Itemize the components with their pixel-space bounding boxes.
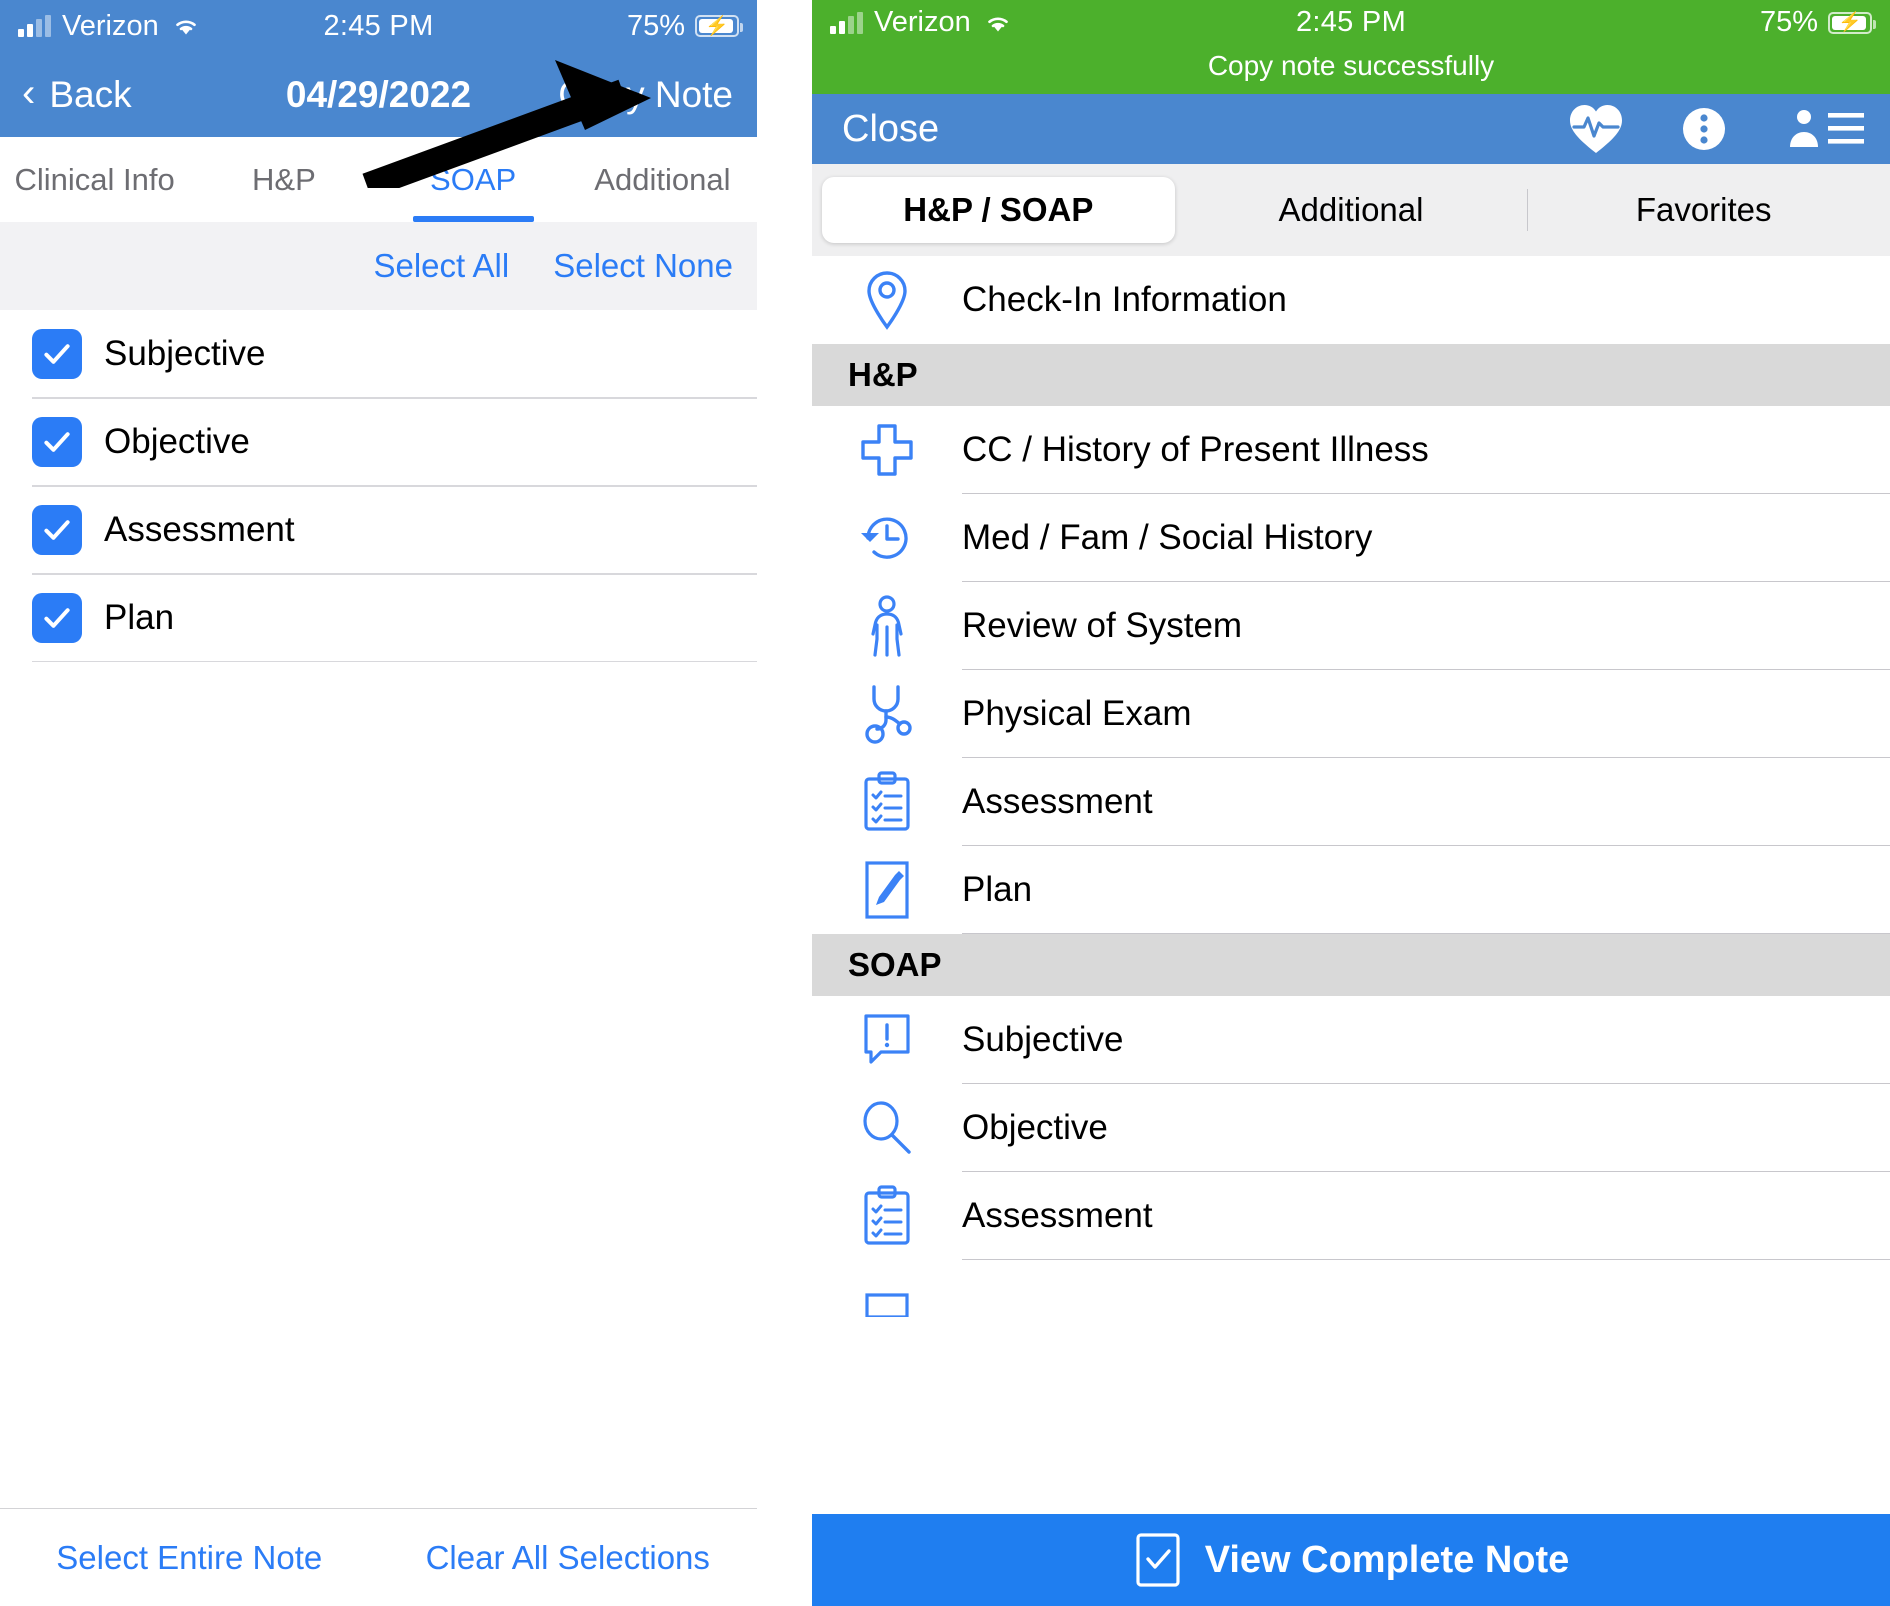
checkbox-checked-icon[interactable] (32, 417, 82, 467)
left-tab-bar: Clinical Info H&P SOAP Additional (0, 137, 757, 222)
list-item[interactable]: Subjective (0, 310, 757, 398)
right-navigation-bar: Close (812, 94, 1890, 164)
list-item-check-in-information[interactable]: Check-In Information (812, 256, 1890, 344)
list-item-objective[interactable]: Objective (812, 1084, 1890, 1172)
list-item-review-of-system[interactable]: Review of System (812, 582, 1890, 670)
list-item-label: Assessment (104, 510, 295, 549)
magnifier-icon (812, 1099, 962, 1157)
left-status-bar: Verizon 2:45 PM 75% ⚡ (0, 0, 757, 52)
right-status-bar: Verizon 2:45 PM 75% ⚡ Copy note successf… (812, 0, 1890, 94)
clipboard-checklist-icon (812, 771, 962, 833)
checkbox-checked-icon[interactable] (32, 505, 82, 555)
list-item-assessment-hp[interactable]: Assessment (812, 758, 1890, 846)
tab-additional[interactable]: Additional (568, 137, 757, 222)
note-section-list: Check-In Information H&P CC / History of… (812, 256, 1890, 1348)
list-item-subjective[interactable]: Subjective (812, 996, 1890, 1084)
left-bottom-toolbar: Select Entire Note Clear All Selections (0, 1508, 757, 1606)
list-item-label: Check-In Information (962, 280, 1287, 319)
view-complete-note-label: View Complete Note (1204, 1538, 1570, 1581)
right-nav-icon-group (1568, 103, 1890, 155)
list-item[interactable]: Objective (0, 398, 757, 486)
clipboard-checklist-icon (812, 1185, 962, 1247)
stethoscope-icon (812, 683, 962, 745)
list-item-assessment-soap[interactable]: Assessment (812, 1172, 1890, 1260)
left-phone-screen: Verizon 2:45 PM 75% ⚡ ‹ Back 04/29/2022 (0, 0, 757, 1606)
pen-note-icon (812, 1291, 962, 1317)
heart-pulse-icon[interactable] (1568, 103, 1624, 155)
tab-additional[interactable]: Additional (1175, 177, 1528, 243)
list-item-label: Physical Exam (962, 694, 1192, 733)
list-item-label: Med / Fam / Social History (962, 518, 1373, 557)
chevron-left-icon: ‹ (22, 70, 36, 115)
list-item-label: Review of System (962, 606, 1243, 645)
list-item-plan[interactable]: Plan (812, 846, 1890, 934)
back-button[interactable]: ‹ Back (0, 70, 132, 116)
toast-message: Copy note successfully (1207, 50, 1495, 81)
tab-hp[interactable]: H&P (189, 137, 378, 222)
list-item-label: Subjective (962, 1020, 1124, 1059)
list-item-label: Plan (104, 598, 175, 637)
history-clock-icon (812, 509, 962, 567)
list-item-label: Subjective (104, 334, 266, 373)
list-item-label: Objective (962, 1108, 1108, 1147)
tab-hp-soap[interactable]: H&P / SOAP (822, 177, 1175, 243)
speech-bubble-alert-icon (812, 1011, 962, 1069)
segmented-control: H&P / SOAP Additional Favorites (812, 164, 1890, 256)
section-header-soap: SOAP (812, 934, 1890, 996)
list-item-cc-hpi[interactable]: CC / History of Present Illness (812, 406, 1890, 494)
checkbox-checked-icon[interactable] (32, 329, 82, 379)
section-header-hp: H&P (812, 344, 1890, 406)
list-item-med-fam-social-history[interactable]: Med / Fam / Social History (812, 494, 1890, 582)
selection-toolbar: Select All Select None (0, 222, 757, 310)
list-item-label: Objective (104, 422, 250, 461)
list-item[interactable]: Plan (0, 574, 757, 662)
list-item-label: Plan (962, 870, 1033, 909)
battery-charging-icon: ⚡ (695, 15, 743, 37)
list-item-partial[interactable] (812, 1260, 1890, 1348)
soap-checkbox-list: Subjective Objective Assessment Plan (0, 310, 757, 662)
select-entire-note-button[interactable]: Select Entire Note (0, 1539, 379, 1577)
list-item-label: CC / History of Present Illness (962, 430, 1429, 469)
battery-charging-icon: ⚡ (1828, 11, 1876, 34)
document-check-icon (1136, 1533, 1180, 1587)
clock-label: 2:45 PM (323, 9, 434, 42)
clear-all-selections-button[interactable]: Clear All Selections (379, 1539, 758, 1577)
list-item-physical-exam[interactable]: Physical Exam (812, 670, 1890, 758)
checkbox-checked-icon[interactable] (32, 593, 82, 643)
copy-note-button[interactable]: Copy Note (558, 74, 757, 116)
select-none-button[interactable]: Select None (553, 247, 733, 285)
tab-favorites[interactable]: Favorites (1527, 177, 1880, 243)
close-button[interactable]: Close (812, 108, 939, 151)
list-item-label: Assessment (962, 782, 1153, 821)
patient-list-icon[interactable] (1784, 103, 1868, 155)
tab-clinical-info[interactable]: Clinical Info (0, 137, 189, 222)
medical-cross-icon (812, 422, 962, 478)
person-icon (812, 595, 962, 657)
right-phone-screen: Verizon 2:45 PM 75% ⚡ Copy note successf… (812, 0, 1890, 1606)
select-all-button[interactable]: Select All (373, 247, 509, 285)
more-vertical-icon[interactable] (1682, 103, 1726, 155)
clock-label: 2:45 PM (1295, 6, 1407, 38)
pen-note-icon (812, 859, 962, 921)
location-pin-icon (812, 269, 962, 331)
list-item-label: Assessment (962, 1196, 1153, 1235)
view-complete-note-button[interactable]: View Complete Note (812, 1514, 1890, 1606)
back-button-label: Back (49, 73, 132, 115)
panel-gutter (757, 0, 812, 1606)
screenshot-root: Verizon 2:45 PM 75% ⚡ ‹ Back 04/29/2022 (0, 0, 1890, 1606)
left-navigation-bar: ‹ Back 04/29/2022 Copy Note (0, 52, 757, 137)
tab-soap[interactable]: SOAP (379, 137, 568, 222)
list-item[interactable]: Assessment (0, 486, 757, 574)
